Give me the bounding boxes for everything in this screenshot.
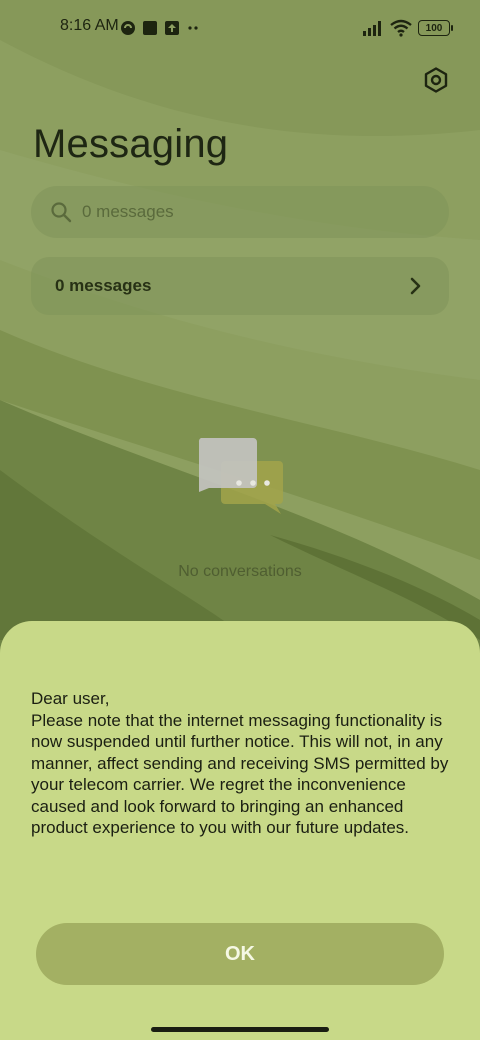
more-dots-icon — [188, 26, 198, 30]
system-icons: 100 — [362, 17, 453, 39]
page-title: Messaging — [33, 122, 229, 166]
square-notification-icon — [143, 21, 157, 35]
search-placeholder: 0 messages — [82, 202, 174, 221]
upload-notification-icon — [165, 21, 179, 35]
search-icon — [50, 201, 72, 223]
empty-state-text: No conversations — [178, 563, 302, 580]
battery-icon: 100 — [418, 20, 453, 36]
wifi-icon — [390, 19, 412, 37]
battery-level: 100 — [425, 22, 443, 34]
signal-icon — [363, 21, 381, 36]
settings-button[interactable] — [420, 64, 452, 96]
chat-bubbles-icon — [198, 438, 283, 514]
vpn-icon — [121, 21, 135, 35]
home-indicator[interactable] — [151, 1027, 329, 1032]
ok-button[interactable]: OK — [36, 923, 444, 985]
status-time: 8:16 AM — [60, 17, 119, 34]
status-bar: 8:16 AM 100 — [0, 0, 480, 56]
chevron-right-icon — [409, 276, 423, 296]
settings-icon — [424, 67, 448, 93]
notification-icons — [120, 19, 200, 37]
notice-message: Dear user, Please note that the internet… — [31, 689, 449, 837]
messages-summary-card[interactable]: 0 messages — [31, 257, 449, 315]
search-bar[interactable]: 0 messages — [31, 186, 449, 238]
messages-summary-label: 0 messages — [55, 276, 152, 295]
